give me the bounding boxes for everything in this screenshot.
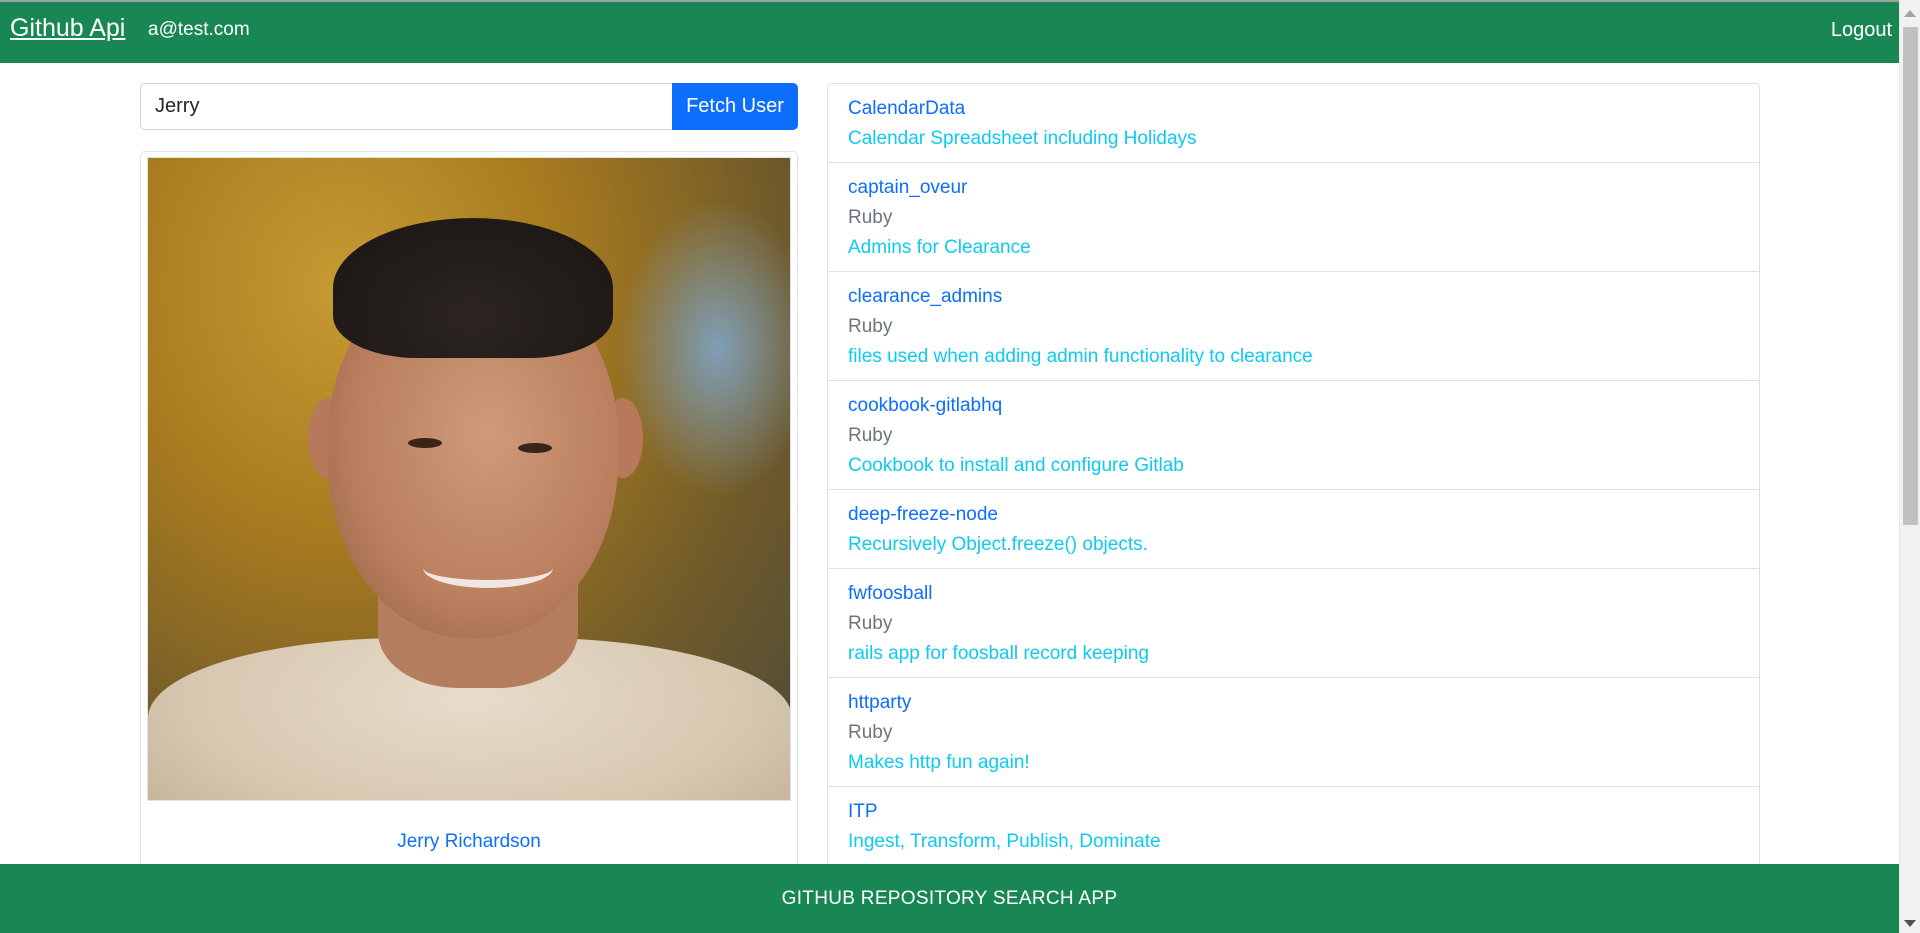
repo-name-link[interactable]: fwfoosball — [848, 579, 1739, 609]
brand-link[interactable]: Github Api — [10, 14, 125, 43]
repo-name-link[interactable]: ITP — [848, 797, 1739, 827]
profile-name-link[interactable]: Jerry Richardson — [141, 831, 797, 853]
repo-language: Ruby — [848, 425, 893, 446]
repo-language: Ruby — [848, 722, 893, 743]
scroll-up-arrow-icon[interactable] — [1904, 10, 1916, 17]
scrollbar-thumb[interactable] — [1903, 27, 1918, 525]
user-avatar — [147, 157, 791, 801]
repo-language: Ruby — [848, 316, 893, 337]
repo-description: rails app for foosball record keeping — [848, 643, 1150, 664]
page-scrollbar[interactable] — [1899, 0, 1920, 933]
repo-description: Ingest, Transform, Publish, Dominate — [848, 831, 1161, 852]
repo-item: ITP Ingest, Transform, Publish, Dominate — [828, 787, 1759, 866]
logout-link[interactable]: Logout — [1831, 19, 1892, 42]
repo-language: Ruby — [848, 207, 893, 228]
repo-name-link[interactable]: httparty — [848, 688, 1739, 718]
repo-list: CalendarData Calendar Spreadsheet includ… — [827, 83, 1760, 883]
repo-name-link[interactable]: clearance_admins — [848, 282, 1739, 312]
repo-item: CalendarData Calendar Spreadsheet includ… — [828, 84, 1759, 163]
repo-item: httparty Ruby Makes http fun again! — [828, 678, 1759, 787]
repo-name-link[interactable]: cookbook-gitlabhq — [848, 391, 1739, 421]
repo-description: Admins for Clearance — [848, 237, 1031, 258]
repo-name-link[interactable]: deep-freeze-node — [848, 500, 1739, 530]
repo-item: deep-freeze-node Recursively Object.free… — [828, 490, 1759, 569]
repo-name-link[interactable]: CalendarData — [848, 94, 1739, 124]
repo-description: Cookbook to install and configure Gitlab — [848, 455, 1184, 476]
profile-card: Jerry Richardson — [140, 151, 798, 871]
repo-description: Calendar Spreadsheet including Holidays — [848, 128, 1197, 149]
fetch-user-button[interactable]: Fetch User — [672, 83, 798, 130]
repo-name-link[interactable]: captain_oveur — [848, 173, 1739, 203]
navbar: Github Api a@test.com Logout — [0, 2, 1899, 63]
repo-description: Recursively Object.freeze() objects. — [848, 534, 1148, 555]
username-search-input[interactable] — [140, 83, 674, 130]
repo-item: cookbook-gitlabhq Ruby Cookbook to insta… — [828, 381, 1759, 490]
repo-item: captain_oveur Ruby Admins for Clearance — [828, 163, 1759, 272]
repo-language: Ruby — [848, 613, 893, 634]
repo-description: Makes http fun again! — [848, 752, 1030, 773]
user-email: a@test.com — [148, 19, 250, 40]
repo-item: clearance_admins Ruby files used when ad… — [828, 272, 1759, 381]
repo-item: fwfoosball Ruby rails app for foosball r… — [828, 569, 1759, 678]
scroll-down-arrow-icon[interactable] — [1904, 920, 1916, 927]
repo-description: files used when adding admin functionali… — [848, 346, 1313, 367]
footer: GITHUB REPOSITORY SEARCH APP — [0, 864, 1899, 933]
